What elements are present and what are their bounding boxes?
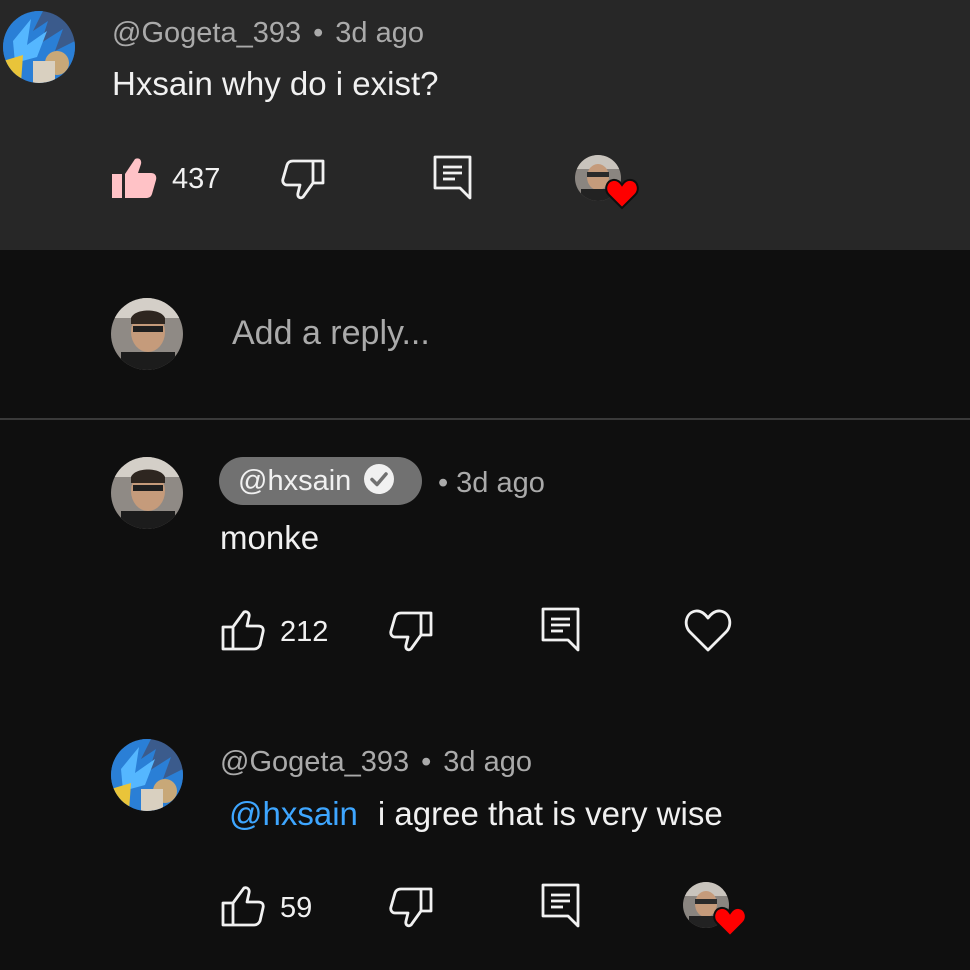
dislike-button[interactable]	[389, 610, 433, 652]
thumb-down-icon	[389, 611, 433, 652]
like-button[interactable]	[111, 157, 157, 199]
creator-author-chip[interactable]: @hxsain	[219, 457, 422, 505]
mention-link[interactable]: @hxsain	[229, 795, 358, 832]
reply-icon	[541, 883, 580, 928]
thumb-down-icon	[389, 887, 433, 928]
divider	[0, 418, 970, 420]
current-user-avatar	[111, 298, 183, 370]
reply-button[interactable]	[433, 155, 473, 201]
reply-text-body: i agree that is very wise	[377, 795, 723, 832]
reply-button[interactable]	[541, 607, 581, 653]
like-button[interactable]	[221, 886, 265, 928]
meta-separator: •	[438, 467, 449, 499]
thumb-down-icon	[281, 159, 325, 200]
reply-icon	[541, 607, 580, 652]
reply-text: @hxsain i agree that is very wise	[229, 794, 723, 834]
reply-meta: • 3d ago	[426, 466, 545, 500]
reply-time: 3d ago	[443, 746, 532, 778]
add-reply-input[interactable]: Add a reply...	[232, 313, 430, 353]
comment-time: 3d ago	[335, 17, 424, 49]
reply-author[interactable]: @Gogeta_393	[220, 746, 409, 778]
comment-meta: @Gogeta_393 • 3d ago	[112, 16, 424, 50]
comment-author[interactable]: @Gogeta_393	[112, 17, 301, 49]
creator-heart-icon	[713, 906, 747, 943]
reply-icon	[433, 155, 472, 200]
reply-meta: @Gogeta_393 • 3d ago	[220, 745, 532, 779]
dislike-button[interactable]	[281, 158, 325, 200]
reply-time: 3d ago	[456, 467, 545, 499]
reply-text: monke	[220, 519, 320, 556]
thumb-up-icon	[221, 886, 265, 927]
reply-author: @hxsain	[238, 465, 352, 497]
comment-text: Hxsain why do i exist?	[112, 65, 439, 102]
reply-avatar-hxsain[interactable]	[111, 457, 183, 529]
thumb-up-icon	[221, 610, 265, 651]
creator-heart-icon	[605, 178, 639, 215]
dislike-button[interactable]	[389, 886, 433, 928]
commenter-avatar[interactable]	[3, 11, 75, 83]
reply-avatar-gogeta[interactable]	[111, 739, 183, 811]
verified-check-icon	[363, 463, 395, 500]
heart-button[interactable]	[684, 608, 732, 654]
like-count: 437	[172, 163, 221, 195]
like-count: 59	[280, 892, 313, 924]
reply-button[interactable]	[541, 883, 581, 929]
like-button[interactable]	[221, 610, 265, 652]
thumb-up-icon	[112, 158, 157, 198]
heart-icon	[684, 609, 732, 652]
meta-separator: •	[313, 17, 324, 49]
meta-separator: •	[421, 746, 432, 778]
like-count: 212	[280, 616, 329, 648]
